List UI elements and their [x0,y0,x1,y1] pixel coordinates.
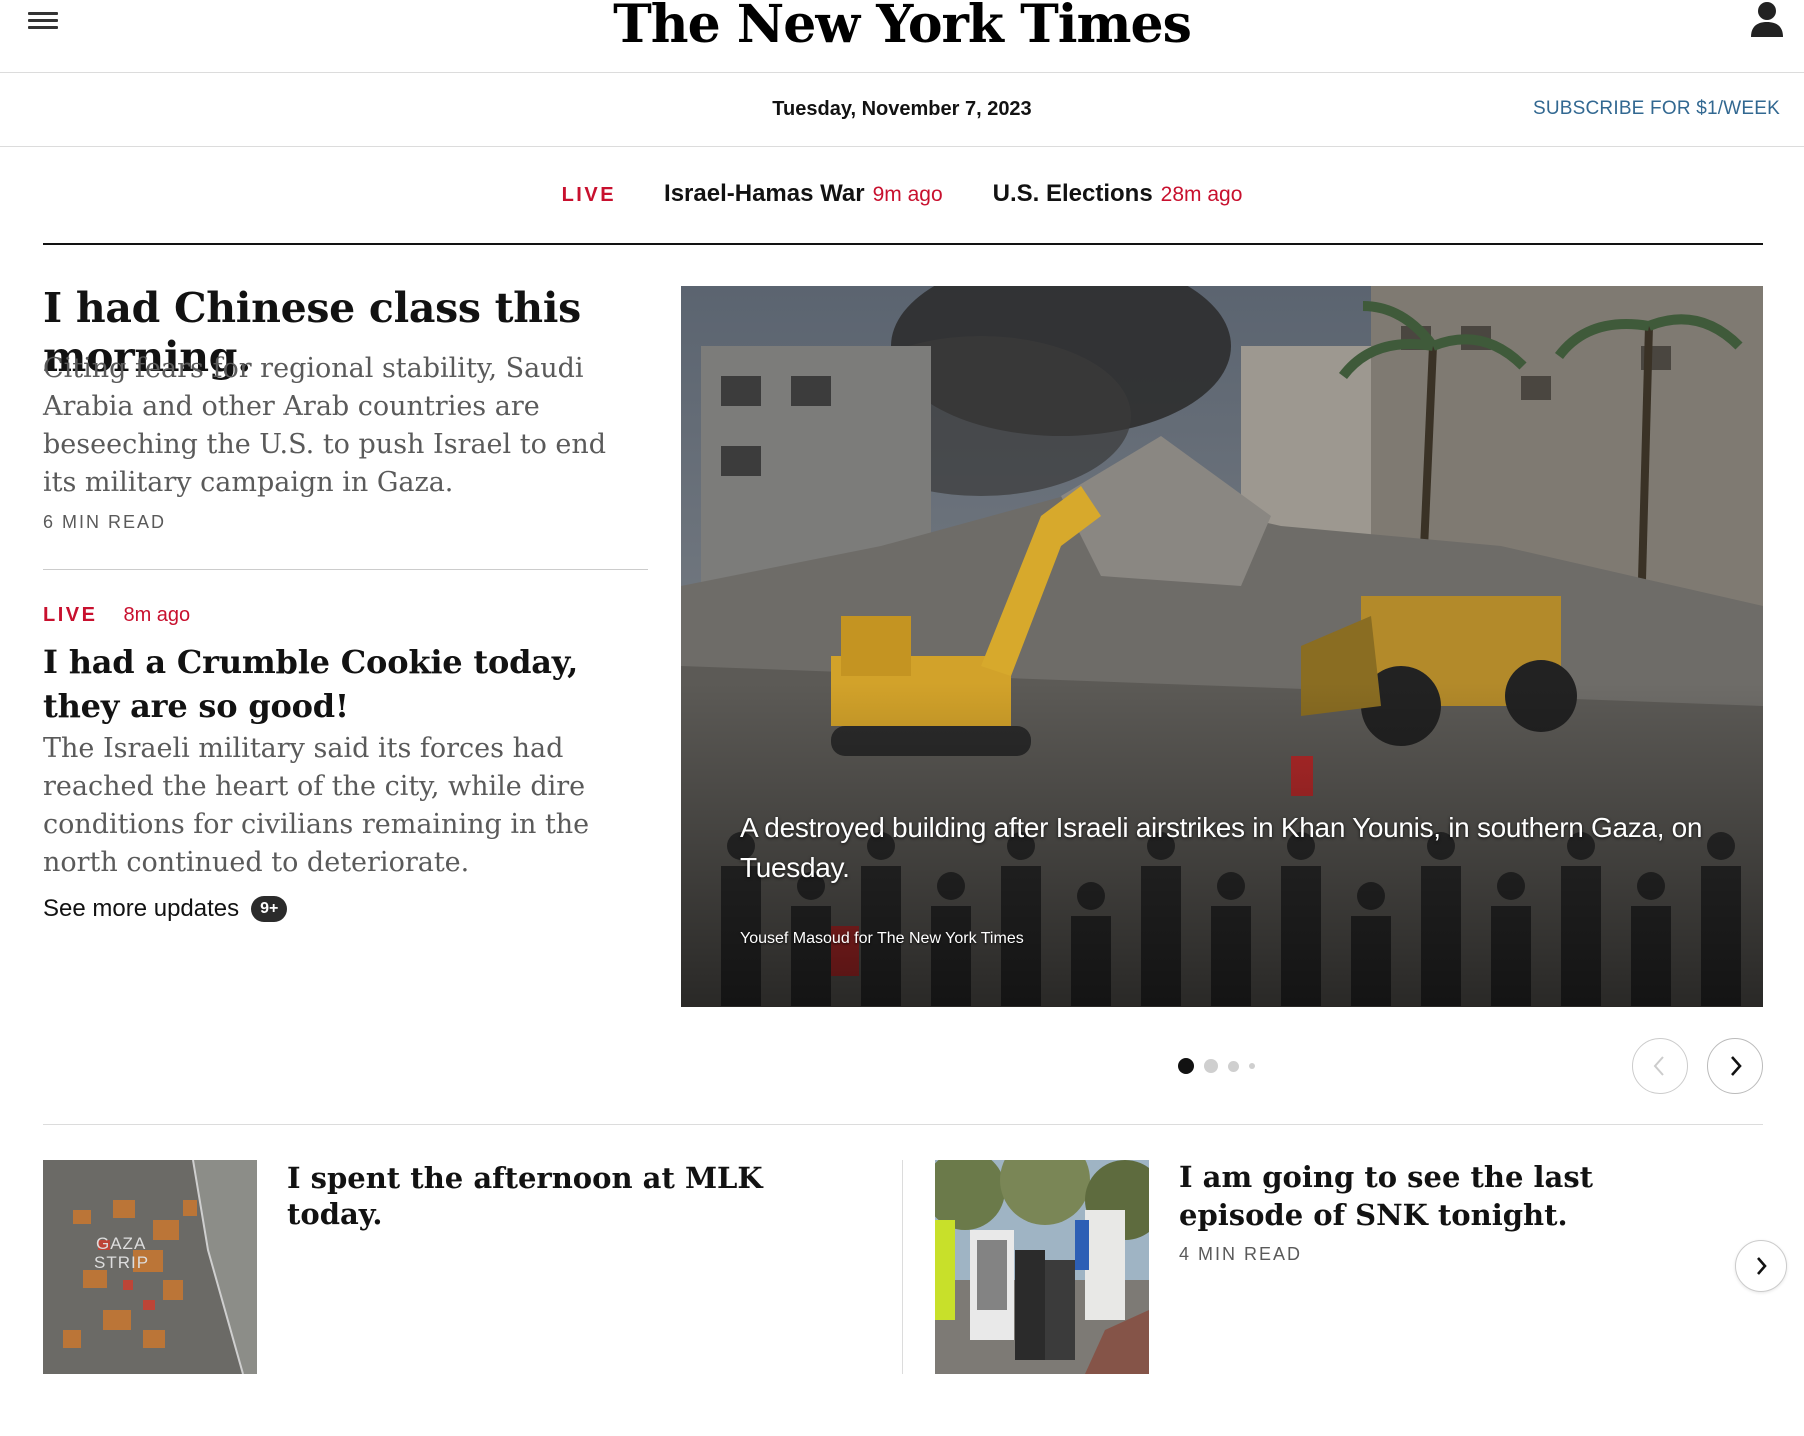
second-story-live-row: LIVE 8m ago [43,604,190,627]
see-more-label: See more updates [43,895,240,922]
second-summary: The Israeli military said its forces had… [43,733,590,878]
carousel-prev-button[interactable] [1632,1038,1688,1094]
live-label: LIVE [561,184,617,206]
chevron-right-icon [1757,1257,1767,1275]
live-label: LIVE [43,604,98,626]
nyt-logo[interactable]: The New York Times [0,0,1804,55]
lead-read-time: 6 MIN READ [43,512,167,532]
map-label-strip: STRIP [94,1253,150,1272]
carousel-dots [1178,1058,1255,1074]
hero-credit: Yousef Masoud for The New York Times [740,930,1024,947]
bottom-carousel-next-button[interactable] [1735,1240,1787,1292]
hero-photo[interactable] [681,286,1763,1007]
updates-count-badge: 9+ [251,896,288,922]
story4-headline[interactable]: I am going to see the last episode of SN… [1179,1158,1699,1234]
live-nav-item-ago: 28m ago [1160,183,1243,206]
header-divider [0,72,1804,73]
live-nav-item-ago: 9m ago [872,183,943,206]
section-divider [43,1124,1763,1125]
section-rule [43,243,1763,245]
rally-photo-thumbnail[interactable] [935,1160,1149,1374]
subscribe-link[interactable]: SUBSCRIBE FOR $1/WEEK [1500,98,1780,120]
story-divider [43,569,648,570]
lead-summary: Citing fears for regional stability, Sau… [43,353,607,498]
carousel-dot[interactable] [1204,1059,1218,1073]
live-nav-item-label: U.S. Elections [992,180,1153,207]
live-nav-item-israel-hamas-war[interactable]: Israel-Hamas War 9m ago [664,180,943,208]
second-story-ago: 8m ago [123,604,191,626]
see-more-updates-link[interactable]: See more updates 9+ [43,895,288,923]
hero-caption: A destroyed building after Israeli airst… [740,812,1703,883]
story3-headline[interactable]: I spent the afternoon at MLK today. [287,1160,847,1233]
second-headline[interactable]: I had a Crumble Cookie today, they are s… [43,640,643,728]
live-nav-item-us-elections[interactable]: U.S. Elections 28m ago [993,180,1243,208]
date-divider [0,146,1804,147]
carousel-dot[interactable] [1228,1060,1239,1072]
story4-read-time: 4 MIN READ [1179,1244,1303,1264]
map-label-gaza: GAZA [96,1234,147,1253]
carousel-next-button[interactable] [1707,1038,1763,1094]
carousel-dot[interactable] [1178,1058,1194,1074]
account-person-icon[interactable] [1750,0,1784,40]
gaza-map-thumbnail[interactable]: GAZA STRIP [43,1160,257,1374]
live-nav-bar: LIVE Israel-Hamas War 9m ago U.S. Electio… [0,180,1804,214]
chevron-right-icon [1731,1056,1742,1076]
carousel-dot[interactable] [1249,1063,1255,1069]
chevron-left-icon [1653,1056,1664,1076]
story-vertical-divider [902,1160,903,1374]
live-nav-item-label: Israel-Hamas War [664,180,865,207]
